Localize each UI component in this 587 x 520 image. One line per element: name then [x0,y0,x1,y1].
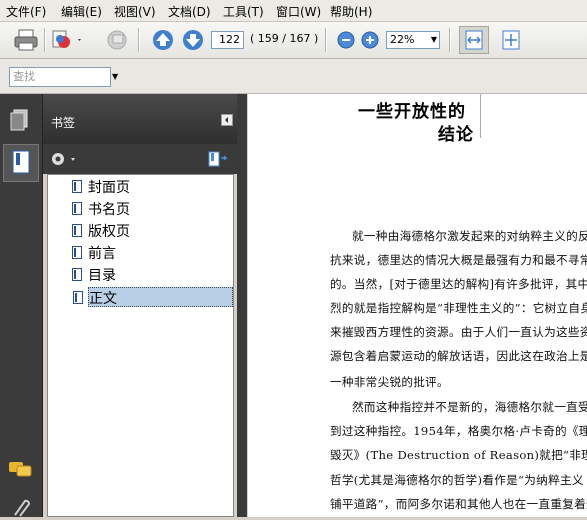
text-line: 哲学(尤其是海德格尔的哲学)看作是“为纳粹主义 [330,473,584,487]
navigation-strip [0,94,43,517]
comments-icon[interactable] [8,460,34,483]
bookmark-label: 书名页 [88,202,130,218]
text-line: 然而这种指控并不是新的，海德格尔就一直受 [352,400,587,414]
pages-icon[interactable] [9,108,31,135]
bookmark-item[interactable]: 封面页 [72,177,130,197]
chapter-heading-line2: 结论 [438,125,474,145]
text-line: 铺平道路”，而阿多尔诺和其他人也在一直重复着这 [330,497,587,511]
find-dropdown-icon[interactable]: ▼ [112,72,118,81]
bookmark-icon [72,224,82,237]
bookmarks-panel-header: 书签 [43,94,237,144]
find-input[interactable]: 查找 [9,67,111,87]
text-line: 烈的就是指控解构是“非理性主义的”：它树立自身 [330,301,587,315]
menu-document[interactable]: 文档(D) [168,3,211,20]
chapter-heading-line1: 一些开放性的 [358,102,466,122]
page-number-input[interactable]: 122 [211,31,244,49]
bookmark-label: 目录 [88,268,116,284]
text-line: 一种非常尖锐的批评。 [330,375,449,389]
new-bookmark-icon[interactable] [207,150,229,171]
collaborate-icon[interactable] [104,28,130,52]
text-line: 的。当然，[对于德里达的解构]有许多批评，其中最强 [330,277,587,291]
bookmarks-tree: 封面页 书名页 版权页 前言 目录 正文 [47,174,234,517]
previous-page-icon[interactable] [150,28,176,52]
heading-rule [480,94,481,138]
menu-help[interactable]: 帮助(H) [330,3,372,20]
chevron-down-icon: ▼ [430,35,437,44]
fit-page-icon[interactable] [498,28,524,52]
menu-edit[interactable]: 编辑(E) [61,3,102,20]
menu-window[interactable]: 窗口(W) [276,3,321,20]
bookmarks-toolbar [43,144,237,174]
options-gear-icon[interactable] [49,150,79,171]
text-line: 来摧毁西方理性的资源。由于人们一直认为这些资 [330,325,587,339]
text-line: 源包含着启蒙运动的解放话语，因此这在政治上是 [330,349,587,363]
bookmarks-tab-icon[interactable] [3,144,39,182]
zoom-select[interactable]: 22% ▼ [386,31,440,49]
panel-title: 书签 [51,116,76,130]
bookmark-label: 版权页 [88,224,130,240]
print-icon[interactable] [13,28,39,52]
bookmark-icon [72,180,82,193]
bookmark-item[interactable]: 版权页 [72,221,130,241]
bookmark-icon [72,246,82,259]
text-line: 抗来说，德里达的情况大概是最强有力和最不寻常 [330,253,587,267]
text-line: 就一种由海德格尔激发起来的对纳粹主义的反 [352,229,587,243]
zoom-value: 22% [390,33,415,46]
page-count: ( 159 / 167 ) [250,32,319,45]
bookmark-label: 前言 [88,246,116,262]
text-line: 毁灭》(The Destruction of Reason)就把“非理性主义的” [330,448,587,462]
text-line: 到过这种指控。1954年，格奥尔格·卢卡奇的《理性的 [330,424,587,438]
bookmark-item[interactable]: 书名页 [72,199,130,219]
next-page-icon[interactable] [180,28,206,52]
bookmark-icon [72,268,82,281]
toolbar: 122 ( 159 / 167 ) 22% ▼ [0,22,587,59]
bookmark-label: 封面页 [88,180,130,196]
bookmark-item[interactable]: 目录 [72,265,116,285]
menu-bar: 文件(F) 编辑(E) 视图(V) 文档(D) 工具(T) 窗口(W) 帮助(H… [0,0,587,22]
document-page: 一些开放性的 结论 就一种由海德格尔激发起来的对纳粹主义的反 抗来说，德里达的情… [248,94,587,517]
bookmark-icon [72,202,82,215]
menu-tools[interactable]: 工具(T) [223,3,264,20]
bookmark-item[interactable]: 前言 [72,243,116,263]
zoom-out-icon[interactable] [333,28,359,52]
panel-splitter[interactable] [237,94,247,517]
create-pdf-icon[interactable] [50,28,81,52]
bookmark-icon [73,291,83,304]
find-bar: 查找 ▼ [0,59,587,94]
bookmark-item-selected[interactable]: 正文 [73,287,233,307]
bookmark-label: 正文 [89,291,117,307]
collapse-panel-button[interactable] [221,114,233,126]
menu-file[interactable]: 文件(F) [6,3,46,20]
menu-view[interactable]: 视图(V) [114,3,156,20]
fit-width-icon[interactable] [459,26,489,54]
zoom-in-icon[interactable] [357,28,383,52]
